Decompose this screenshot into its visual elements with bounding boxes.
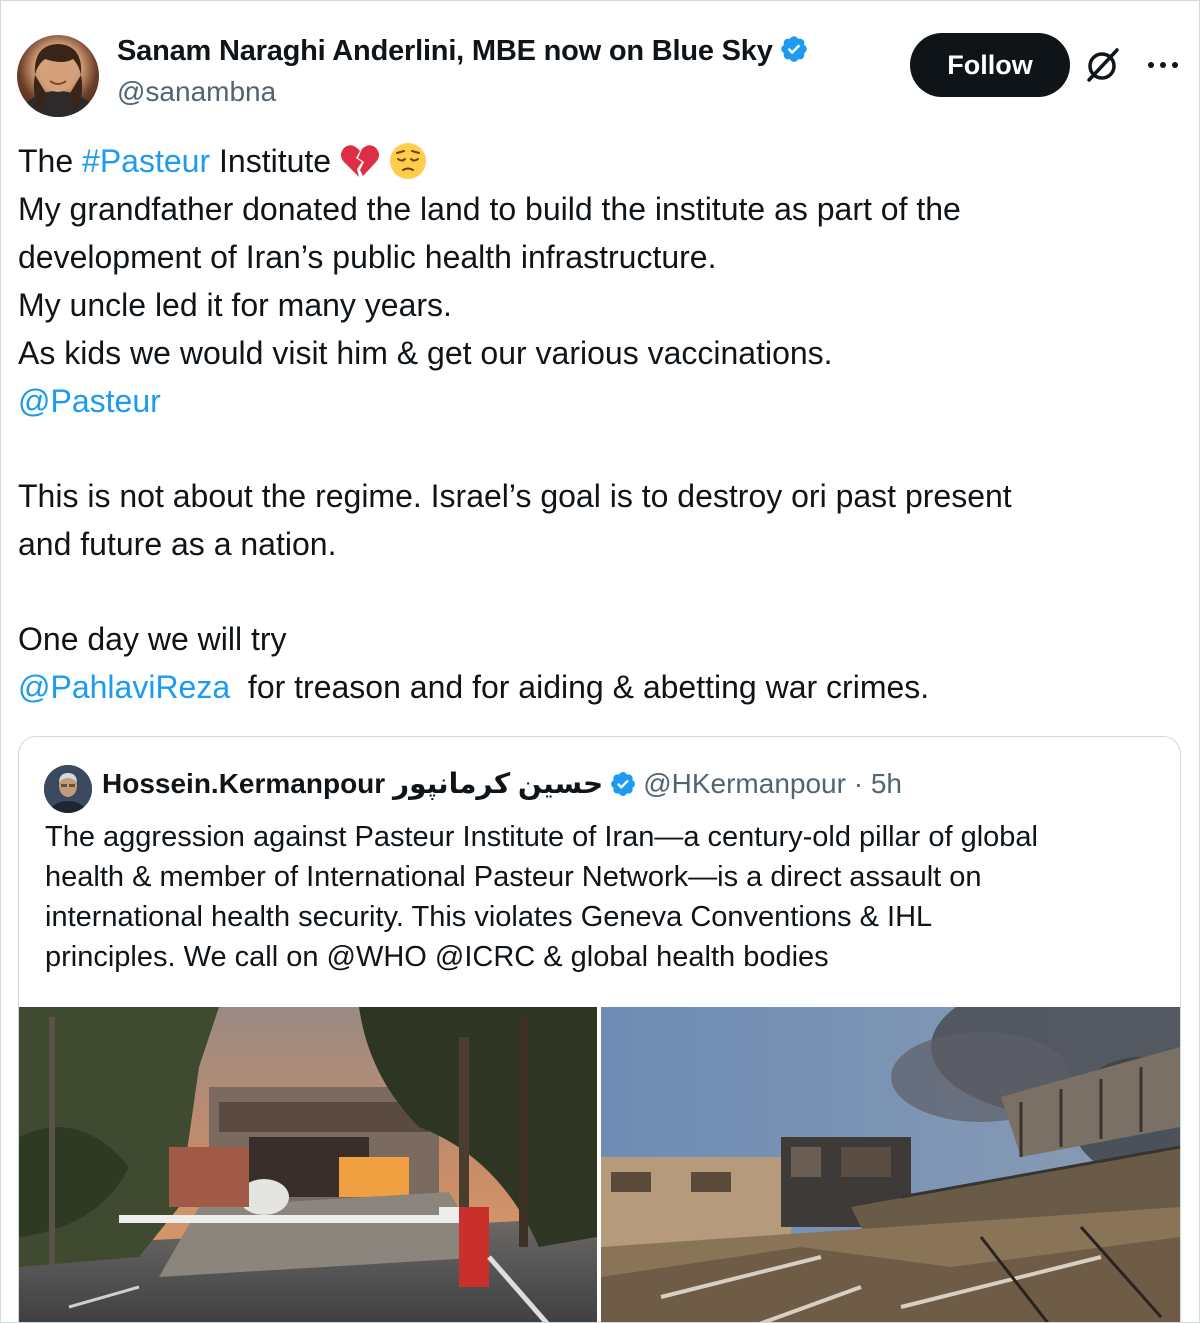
tweet-line-8: and future as a nation. (18, 526, 337, 562)
pensive-face-emoji (389, 142, 426, 179)
author-display-name[interactable]: Sanam Naraghi Anderlini, MBE now on Blue… (117, 35, 809, 68)
mention-pasteur-link[interactable]: @Pasteur (18, 377, 1178, 425)
tweet-line-1-post: Institute (210, 143, 332, 179)
quoted-media-image-2[interactable] (601, 1007, 1180, 1322)
verified-badge-icon (780, 36, 807, 63)
grok-icon[interactable] (1083, 45, 1123, 85)
hashtag-link[interactable]: #Pasteur (82, 143, 210, 179)
quoted-handle[interactable]: @HKermanpour (643, 768, 846, 799)
tweet-header: Sanam Naraghi Anderlini, MBE now on Blue… (17, 31, 1187, 117)
quoted-line-4: principles. We call on @WHO @ICRC & glob… (45, 941, 829, 973)
tweet-line-3: development of Iran’s public health infr… (18, 239, 717, 275)
tweet-line-1: The #Pasteur Institute (18, 137, 1178, 185)
tweet-line-1-pre: The (18, 143, 83, 179)
tweet-line-7: This is not about the regime. Israel’s g… (18, 478, 1012, 514)
quoted-text: The aggression against Pasteur Institute… (45, 817, 1165, 977)
quoted-media-image-1[interactable] (19, 1007, 597, 1322)
tweet-card: Sanam Naraghi Anderlini, MBE now on Blue… (0, 0, 1200, 1323)
verified-badge-icon (611, 771, 636, 796)
tweet-line-5: As kids we would visit him & get our var… (18, 335, 833, 371)
mention-pahlavireza-link[interactable]: @PahlaviReza (18, 669, 230, 705)
author-handle[interactable]: @sanambna (117, 76, 276, 108)
tweet-text: The #Pasteur Institute My grandfather do… (18, 137, 1178, 711)
tweet-line-2: My grandfather donated the land to build… (18, 191, 961, 227)
quoted-line-2: health & member of International Pasteur… (45, 861, 982, 893)
quoted-timestamp[interactable]: 5h (871, 768, 902, 799)
tweet-line-10-post: for treason and for aiding & abetting wa… (230, 669, 930, 705)
quoted-display-name[interactable]: Hossein.Kermanpour حسین کرمانپور (102, 768, 603, 799)
quoted-author-avatar[interactable] (44, 765, 92, 813)
follow-button[interactable]: Follow (910, 33, 1070, 97)
quoted-tweet[interactable]: Hossein.Kermanpour حسین کرمانپور @HKerman… (18, 736, 1181, 1322)
quoted-line-1: The aggression against Pasteur Institute… (45, 821, 1038, 853)
quoted-separator: · (853, 768, 864, 799)
more-icon[interactable] (1143, 45, 1183, 85)
author-avatar[interactable] (17, 35, 99, 117)
tweet-line-9: One day we will try (18, 621, 287, 657)
broken-heart-emoji (340, 144, 379, 177)
tweet-line-10: @PahlaviReza for treason and for aiding … (18, 663, 1178, 711)
quoted-line-3: international health security. This viol… (45, 901, 933, 933)
author-name-text[interactable]: Sanam Naraghi Anderlini, MBE now on Blue… (117, 35, 773, 67)
quoted-header: Hossein.Kermanpour حسین کرمانپور @HKerman… (102, 767, 902, 800)
tweet-line-4: My uncle led it for many years. (18, 287, 452, 323)
